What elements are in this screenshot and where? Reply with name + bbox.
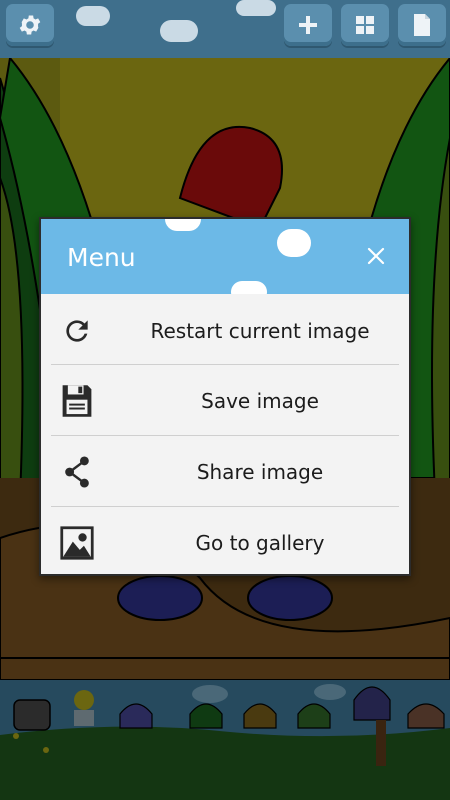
menu-dialog: Menu Restart current image Save image Sh… xyxy=(39,217,411,576)
share-icon xyxy=(59,454,95,490)
menu-item-share[interactable]: Share image xyxy=(41,437,409,507)
divider xyxy=(51,435,399,436)
menu-item-label: Share image xyxy=(196,460,324,484)
restart-icon xyxy=(59,313,95,349)
close-icon xyxy=(367,247,385,265)
dialog-header: Menu xyxy=(41,219,409,294)
cloud-decoration xyxy=(277,229,311,257)
divider xyxy=(51,506,399,507)
menu-item-restart[interactable]: Restart current image xyxy=(41,296,409,366)
close-button[interactable] xyxy=(365,245,387,267)
save-icon xyxy=(59,383,95,419)
divider xyxy=(51,364,399,365)
dialog-title: Menu xyxy=(67,243,136,272)
menu-item-gallery[interactable]: Go to gallery xyxy=(41,508,409,574)
gallery-icon xyxy=(59,525,95,561)
menu-item-label: Restart current image xyxy=(150,319,370,343)
cloud-decoration xyxy=(165,219,201,231)
cloud-decoration xyxy=(231,281,267,294)
menu-item-label: Go to gallery xyxy=(195,531,325,555)
menu-item-label: Save image xyxy=(201,389,319,413)
menu-item-save[interactable]: Save image xyxy=(41,366,409,436)
